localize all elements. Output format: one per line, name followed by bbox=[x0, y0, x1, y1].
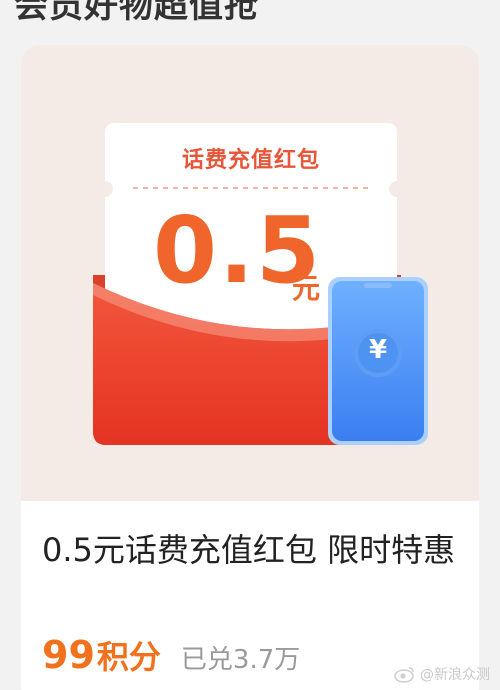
coupon-unit: 元 bbox=[292, 272, 321, 305]
coupon-label: 话费充值红包 bbox=[181, 148, 320, 173]
price-unit: 积分 bbox=[96, 638, 161, 676]
product-card[interactable]: 话费充值红包 0.5 元 ¥ 0.5元话费充值红包 限时特惠 99 积分 已兑3… bbox=[21, 45, 479, 690]
section-header: 会员好物超值抢 bbox=[14, 0, 259, 26]
watermark: @新浪众测 bbox=[394, 664, 490, 684]
page: 会员好物超值抢 话费充值红包 0.5 元 ¥ 0.5元话费充值红包 限时特惠 9… bbox=[0, 0, 500, 690]
product-image[interactable]: 话费充值红包 0.5 元 ¥ bbox=[21, 45, 479, 501]
redeemed-count: 已兑3.7万 bbox=[180, 645, 301, 675]
price-value: 99 bbox=[42, 633, 95, 677]
price-row: 99 积分 已兑3.7万 bbox=[42, 632, 300, 678]
watermark-text: @新浪众测 bbox=[420, 667, 490, 683]
yen-icon: ¥ bbox=[368, 335, 388, 365]
product-title[interactable]: 0.5元话费充值红包 限时特惠 bbox=[42, 528, 462, 572]
weibo-icon bbox=[394, 667, 414, 683]
